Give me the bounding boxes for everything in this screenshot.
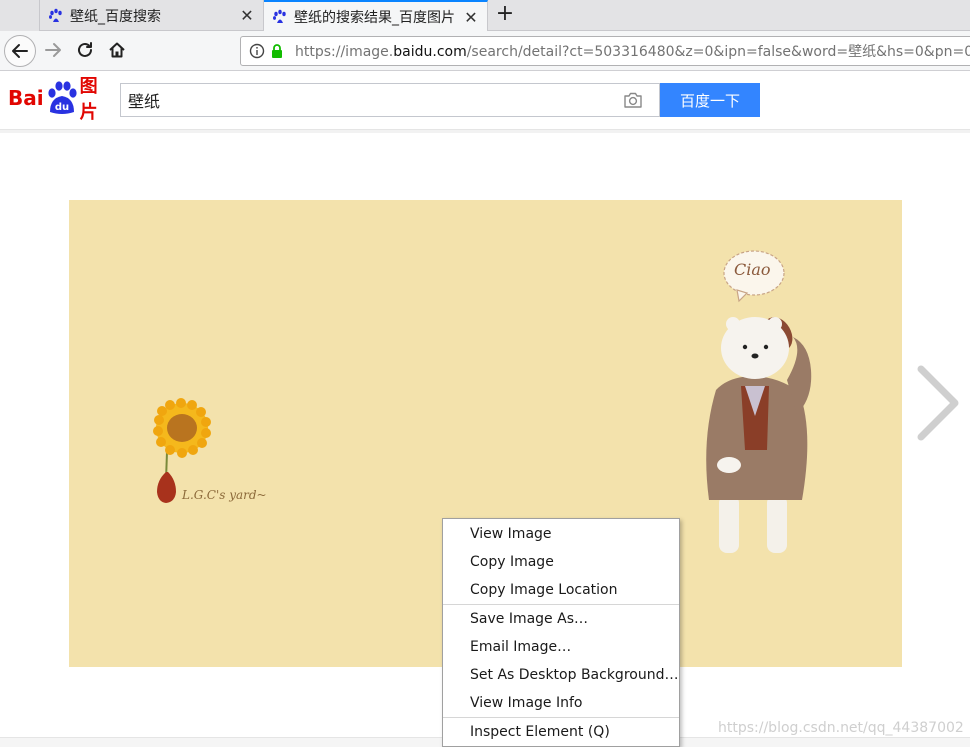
url-text: https://image.baidu.com/search/detail?ct… xyxy=(295,41,970,61)
baidu-header: Bai du 图片 百度一下 xyxy=(0,72,970,133)
camera-icon[interactable] xyxy=(623,91,643,109)
forward-button[interactable] xyxy=(42,39,64,61)
logo-paw-icon: du xyxy=(45,80,79,116)
chevron-right-icon xyxy=(917,365,959,441)
watermark-text: https://blog.csdn.net/qq_44387002 xyxy=(718,720,964,736)
tab-baidu-search[interactable]: 壁纸_百度搜索 ✕ xyxy=(40,0,264,31)
back-button[interactable] xyxy=(4,35,36,67)
browser-window: 壁纸_百度搜索 ✕ 壁纸的搜索结果_百度图片 ✕ + https://image… xyxy=(0,0,970,747)
baidu-paw-icon xyxy=(48,8,64,24)
baidu-images-logo[interactable]: Bai du 图片 xyxy=(8,76,114,123)
url-suffix: /search/detail?ct=503316480&z=0&ipn=fals… xyxy=(466,44,970,60)
info-icon[interactable] xyxy=(249,43,265,59)
speech-bubble-text: Ciao xyxy=(734,260,771,279)
header-shadow xyxy=(0,130,970,133)
new-tab-button[interactable]: + xyxy=(492,2,518,28)
tab-baidu-images[interactable]: 壁纸的搜索结果_百度图片 ✕ xyxy=(264,0,488,32)
forward-arrow-icon xyxy=(45,43,61,57)
address-bar[interactable]: https://image.baidu.com/search/detail?ct… xyxy=(240,36,970,66)
menu-item-view-image[interactable]: View Image xyxy=(443,520,679,548)
next-image-arrow[interactable] xyxy=(915,365,961,441)
tab-title: 壁纸_百度搜索 xyxy=(70,8,161,25)
menu-item-set-desktop-background[interactable]: Set As Desktop Background… xyxy=(443,661,679,689)
polar-bear-illustration xyxy=(706,317,812,553)
logo-images-text: 图片 xyxy=(79,76,98,123)
menu-item-copy-image[interactable]: Copy Image xyxy=(443,548,679,576)
reload-button[interactable] xyxy=(74,39,96,61)
context-menu: View Image Copy Image Copy Image Locatio… xyxy=(442,518,680,747)
search-box xyxy=(120,83,660,117)
back-arrow-icon xyxy=(12,44,28,58)
menu-item-inspect-element[interactable]: Inspect Element (Q) xyxy=(443,718,679,746)
navigation-bar: https://image.baidu.com/search/detail?ct… xyxy=(0,31,970,71)
search-button[interactable]: 百度一下 xyxy=(660,83,760,117)
tab-title: 壁纸的搜索结果_百度图片 xyxy=(294,10,455,26)
menu-item-email-image[interactable]: Email Image… xyxy=(443,633,679,661)
tab-strip-spacer xyxy=(0,0,40,31)
menu-item-copy-image-location[interactable]: Copy Image Location xyxy=(443,576,679,604)
url-host: baidu.com xyxy=(393,44,467,60)
home-button[interactable] xyxy=(106,39,128,61)
reload-icon xyxy=(78,42,92,57)
tab-strip: 壁纸_百度搜索 ✕ 壁纸的搜索结果_百度图片 ✕ + xyxy=(0,0,970,32)
menu-item-save-image-as[interactable]: Save Image As… xyxy=(443,605,679,633)
close-tab-icon[interactable]: ✕ xyxy=(239,6,255,25)
url-prefix: https://image. xyxy=(295,44,394,60)
logo-bai-text: Bai xyxy=(8,86,44,110)
menu-item-view-image-info[interactable]: View Image Info xyxy=(443,689,679,717)
close-tab-icon[interactable]: ✕ xyxy=(463,8,479,27)
logo-du-text: du xyxy=(54,102,68,113)
signature-text: L.G.C's yard~ xyxy=(182,488,267,502)
search-input[interactable] xyxy=(121,84,601,116)
baidu-paw-icon xyxy=(272,9,288,25)
lock-icon[interactable] xyxy=(269,43,285,59)
home-icon xyxy=(109,42,125,58)
